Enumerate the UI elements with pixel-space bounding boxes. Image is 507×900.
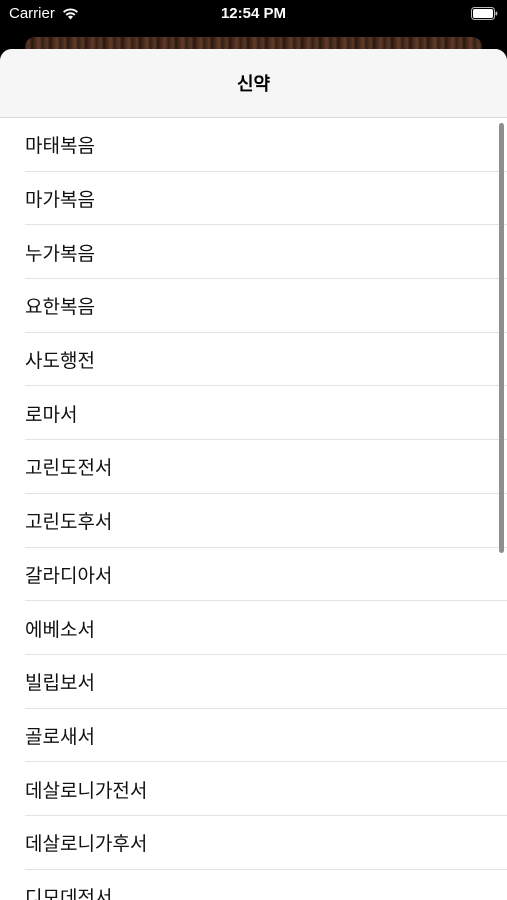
page-title: 신약 bbox=[236, 74, 271, 95]
list-item-label: 누가복음 bbox=[25, 242, 95, 265]
list-item[interactable]: 사도행전 bbox=[0, 333, 507, 387]
list-item[interactable]: 마태복음 bbox=[0, 118, 507, 172]
list-item[interactable]: 빌립보서 bbox=[0, 655, 507, 709]
list-item-label: 로마서 bbox=[25, 403, 78, 426]
list-item-label: 데살로니가전서 bbox=[25, 779, 148, 802]
list-item-label: 데살로니가후서 bbox=[25, 833, 148, 856]
list-item[interactable]: 마가복음 bbox=[0, 172, 507, 226]
list-item[interactable]: 로마서 bbox=[0, 386, 507, 440]
list-item[interactable]: 데살로니가후서 bbox=[0, 816, 507, 870]
list-item[interactable]: 고린도전서 bbox=[0, 440, 507, 494]
modal-sheet: 신약 마태복음 마가복음 누가복음 요한복음 사도행전 로마서 고린도전서 고린… bbox=[0, 49, 507, 900]
list-item[interactable]: 요한복음 bbox=[0, 279, 507, 333]
list-item-label: 빌립보서 bbox=[25, 672, 95, 695]
list-item[interactable]: 데살로니가전서 bbox=[0, 762, 507, 816]
list-item[interactable]: 고린도후서 bbox=[0, 494, 507, 548]
list-item-label: 고린도전서 bbox=[25, 457, 113, 480]
list-item-label: 마태복음 bbox=[25, 135, 95, 158]
list-item-label: 디모데전서 bbox=[25, 886, 113, 900]
list-item-label: 갈라디아서 bbox=[25, 564, 113, 587]
list-item-label: 에베소서 bbox=[25, 618, 95, 641]
vertical-scrollbar[interactable] bbox=[499, 123, 504, 553]
list-item-label: 요한복음 bbox=[25, 296, 95, 319]
status-time: 12:54 PM bbox=[220, 5, 287, 22]
list-item-label: 마가복음 bbox=[25, 189, 95, 212]
list-item[interactable]: 골로새서 bbox=[0, 709, 507, 763]
status-bar: Carrier 12:54 PM bbox=[0, 0, 507, 30]
list-item[interactable]: 디모데전서 bbox=[0, 870, 507, 900]
list-item-label: 고린도후서 bbox=[25, 511, 113, 534]
list-item[interactable]: 누가복음 bbox=[0, 225, 507, 279]
list-item-label: 골로새서 bbox=[25, 725, 95, 748]
list-item[interactable]: 갈라디아서 bbox=[0, 548, 507, 602]
list-item-label: 사도행전 bbox=[25, 350, 95, 373]
navigation-bar: 신약 bbox=[0, 49, 507, 118]
book-list[interactable]: 마태복음 마가복음 누가복음 요한복음 사도행전 로마서 고린도전서 고린도후서… bbox=[0, 118, 507, 900]
battery-icon bbox=[471, 7, 498, 20]
list-item[interactable]: 에베소서 bbox=[0, 601, 507, 655]
